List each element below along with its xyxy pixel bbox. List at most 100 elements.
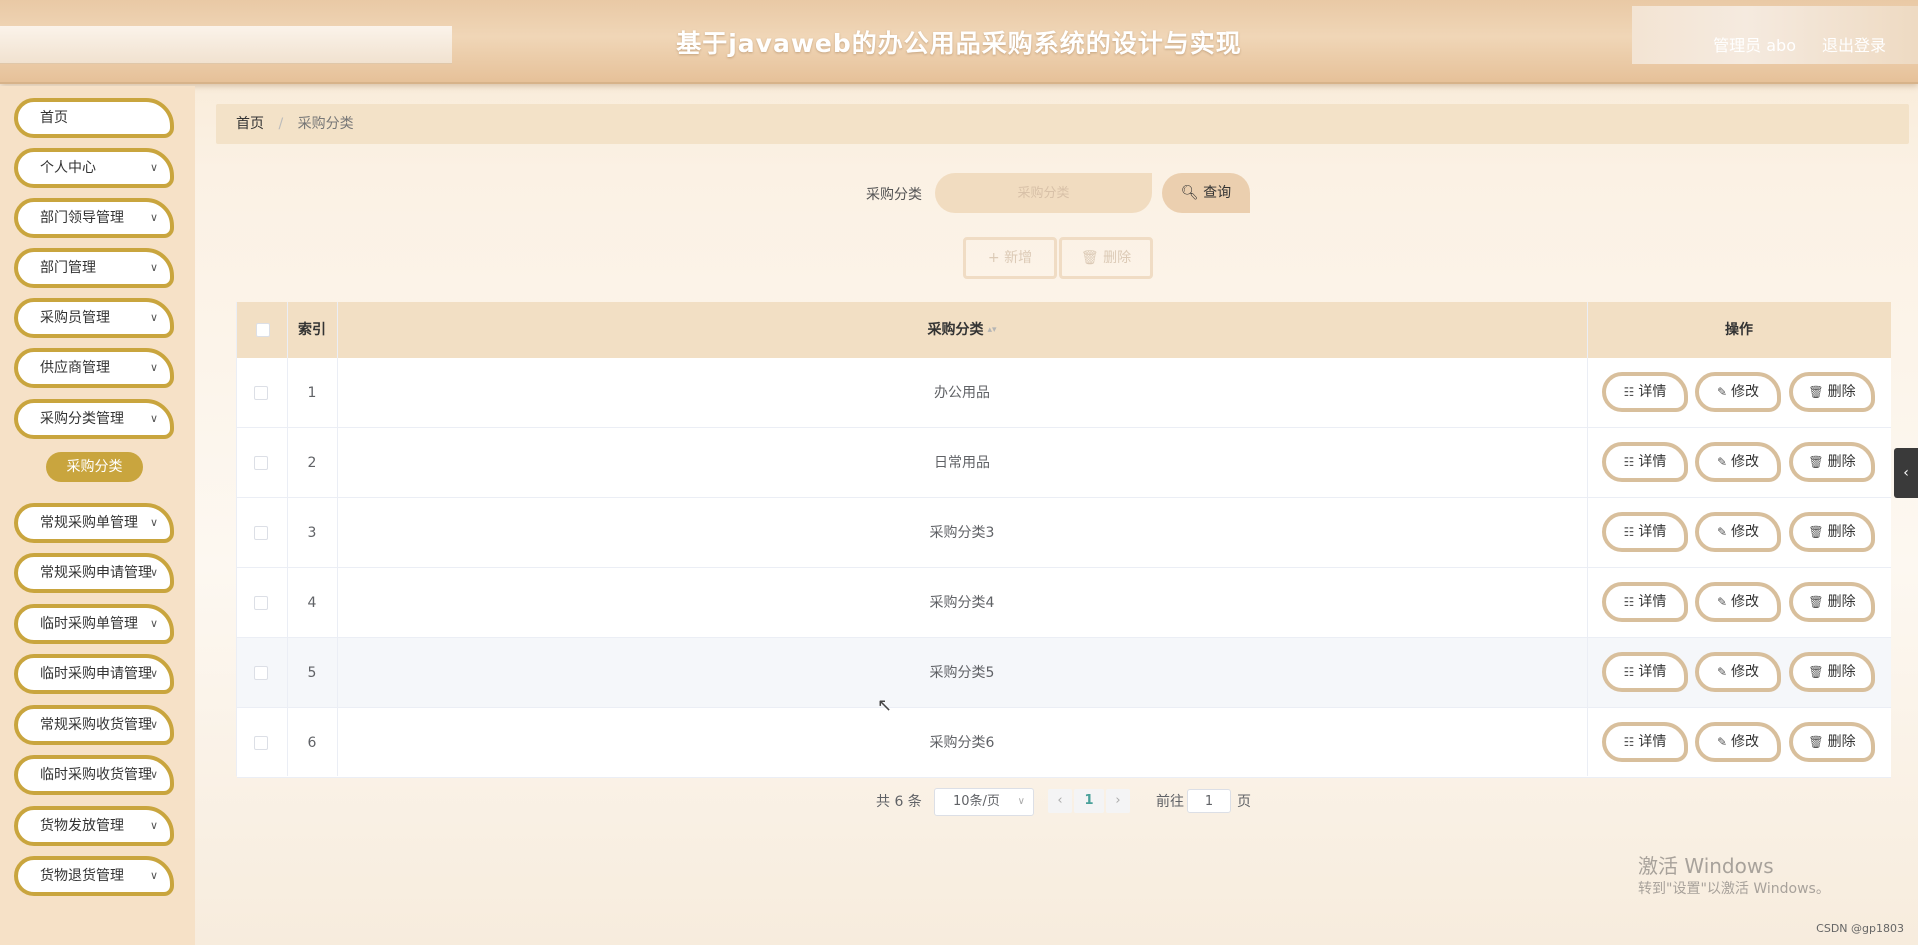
- delete-button-label: 删除: [1827, 664, 1856, 680]
- row-checkbox[interactable]: [254, 386, 268, 400]
- delete-button[interactable]: 🗑︎ 删除: [1789, 652, 1875, 692]
- detail-button[interactable]: ☷ 详情: [1602, 582, 1688, 622]
- trash-icon: 🗑︎: [1808, 385, 1824, 399]
- goto-page-input[interactable]: [1187, 789, 1231, 813]
- search-button-label: 查询: [1203, 185, 1232, 201]
- search-icon: 🔍︎: [1180, 185, 1199, 201]
- delete-button[interactable]: 🗑︎ 删除: [1789, 722, 1875, 762]
- sidebar-item-12[interactable]: 临时采购收货管理 ∨: [14, 755, 174, 795]
- delete-button-label: 删除: [1827, 594, 1856, 610]
- page-number-current[interactable]: 1: [1074, 789, 1104, 813]
- row-checkbox[interactable]: [254, 526, 268, 540]
- sidebar-item-7[interactable]: 常规采购单管理 ∨: [14, 503, 174, 543]
- edit-button[interactable]: ✎ 修改: [1695, 652, 1781, 692]
- prev-page-button[interactable]: ‹: [1048, 789, 1072, 813]
- sidebar-item-13[interactable]: 货物发放管理 ∨: [14, 806, 174, 846]
- sidebar-item-11[interactable]: 常规采购收货管理 ∨: [14, 705, 174, 745]
- row-checkbox[interactable]: [254, 596, 268, 610]
- column-divider: [1587, 302, 1588, 776]
- bulk-delete-label: 删除: [1103, 250, 1132, 266]
- edit-button-label: 修改: [1731, 664, 1760, 680]
- sidebar-item-9[interactable]: 临时采购单管理 ∨: [14, 604, 174, 644]
- row-category: 采购分类5: [929, 665, 995, 681]
- document-icon: ☷: [1623, 735, 1635, 749]
- edit-icon: ✎: [1716, 385, 1728, 399]
- sidebar-item-0[interactable]: 首页: [14, 98, 174, 138]
- table-row: 2 日常用品 ☷ 详情 ✎ 修改 🗑︎ 删除: [237, 428, 1891, 498]
- column-header-category[interactable]: 采购分类 ▴▾: [337, 302, 1587, 358]
- breadcrumb-separator: /: [278, 116, 284, 132]
- breadcrumb: 首页 / 采购分类: [216, 104, 1909, 144]
- detail-button[interactable]: ☷ 详情: [1602, 512, 1688, 552]
- sidebar-item-2[interactable]: 部门领导管理 ∨: [14, 198, 174, 238]
- next-page-button[interactable]: ›: [1106, 789, 1130, 813]
- sidebar-item-6[interactable]: 采购分类管理 ∨: [14, 399, 174, 439]
- detail-button[interactable]: ☷ 详情: [1602, 372, 1688, 412]
- app-title: 基于javaweb的办公用品采购系统的设计与实现: [676, 29, 1242, 58]
- sidebar-item-1[interactable]: 个人中心 ∨: [14, 148, 174, 188]
- delete-button[interactable]: 🗑︎ 删除: [1789, 512, 1875, 552]
- submenu-item-purchase-category[interactable]: 采购分类: [46, 452, 143, 482]
- chevron-down-icon: ∨: [149, 161, 158, 174]
- sort-icon[interactable]: ▴▾: [987, 325, 996, 335]
- detail-button[interactable]: ☷ 详情: [1602, 652, 1688, 692]
- edit-button[interactable]: ✎ 修改: [1695, 722, 1781, 762]
- row-checkbox[interactable]: [254, 456, 268, 470]
- sidebar-item-10[interactable]: 临时采购申请管理 ∨: [14, 654, 174, 694]
- sidebar-item-label: 货物发放管理: [40, 818, 124, 834]
- select-all-checkbox[interactable]: [256, 323, 270, 337]
- chevron-down-icon: ∨: [1017, 796, 1025, 807]
- row-index: 3: [307, 525, 317, 541]
- footer-credit: CSDN @gp1803: [1816, 922, 1904, 935]
- sidebar-item-14[interactable]: 货物退货管理 ∨: [14, 856, 174, 896]
- sidebar-item-label: 临时采购收货管理: [40, 767, 152, 783]
- delete-button[interactable]: 🗑︎ 删除: [1789, 372, 1875, 412]
- edit-button[interactable]: ✎ 修改: [1695, 582, 1781, 622]
- edit-button[interactable]: ✎ 修改: [1695, 442, 1781, 482]
- sidebar-item-8[interactable]: 常规采购申请管理 ∨: [14, 553, 174, 593]
- bulk-delete-button[interactable]: 🗑︎ 删除: [1059, 237, 1153, 279]
- edit-button[interactable]: ✎ 修改: [1695, 372, 1781, 412]
- goto-label: 前往: [1156, 794, 1184, 810]
- delete-button-label: 删除: [1827, 384, 1856, 400]
- column-header-index: 索引: [298, 322, 326, 338]
- sidebar-item-5[interactable]: 供应商管理 ∨: [14, 348, 174, 388]
- column-header-actions: 操作: [1725, 322, 1753, 338]
- search-label: 采购分类: [866, 187, 922, 203]
- search-input[interactable]: [935, 173, 1152, 213]
- breadcrumb-home[interactable]: 首页: [236, 116, 264, 132]
- windows-activation-subtitle: 转到"设置"以激活 Windows。: [1638, 881, 1830, 897]
- chevron-left-icon: ‹: [1903, 465, 1909, 481]
- search-button[interactable]: 🔍︎ 查询: [1162, 173, 1250, 213]
- delete-button-label: 删除: [1827, 734, 1856, 750]
- detail-button[interactable]: ☷ 详情: [1602, 442, 1688, 482]
- document-icon: ☷: [1623, 595, 1635, 609]
- chevron-down-icon: ∨: [149, 361, 158, 374]
- add-button[interactable]: + 新增: [963, 237, 1057, 279]
- row-index: 1: [307, 385, 317, 401]
- row-checkbox[interactable]: [254, 666, 268, 680]
- logout-button[interactable]: 退出登录: [1822, 32, 1886, 56]
- edit-button-label: 修改: [1731, 734, 1760, 750]
- current-user: 管理员 abo: [1713, 36, 1796, 55]
- column-divider: [287, 302, 288, 776]
- delete-button[interactable]: 🗑︎ 删除: [1789, 442, 1875, 482]
- delete-button[interactable]: 🗑︎ 删除: [1789, 582, 1875, 622]
- collapse-panel-tab[interactable]: ‹: [1894, 448, 1918, 498]
- page-size-select[interactable]: 10条/页 ∨: [934, 788, 1034, 816]
- edit-button[interactable]: ✎ 修改: [1695, 512, 1781, 552]
- sidebar-item-label: 个人中心: [40, 160, 96, 176]
- edit-icon: ✎: [1716, 455, 1728, 469]
- row-checkbox[interactable]: [254, 736, 268, 750]
- chevron-down-icon: ∨: [149, 311, 158, 324]
- table-row: 3 采购分类3 ☷ 详情 ✎ 修改 🗑︎ 删除: [237, 498, 1891, 568]
- document-icon: ☷: [1623, 455, 1635, 469]
- sidebar-item-4[interactable]: 采购员管理 ∨: [14, 298, 174, 338]
- row-category: 采购分类6: [929, 735, 995, 751]
- sidebar-item-label: 常规采购单管理: [40, 515, 138, 531]
- row-category: 办公用品: [934, 385, 990, 401]
- detail-button[interactable]: ☷ 详情: [1602, 722, 1688, 762]
- detail-button-label: 详情: [1638, 664, 1667, 680]
- sidebar-item-3[interactable]: 部门管理 ∨: [14, 248, 174, 288]
- trash-icon: 🗑︎: [1808, 735, 1824, 749]
